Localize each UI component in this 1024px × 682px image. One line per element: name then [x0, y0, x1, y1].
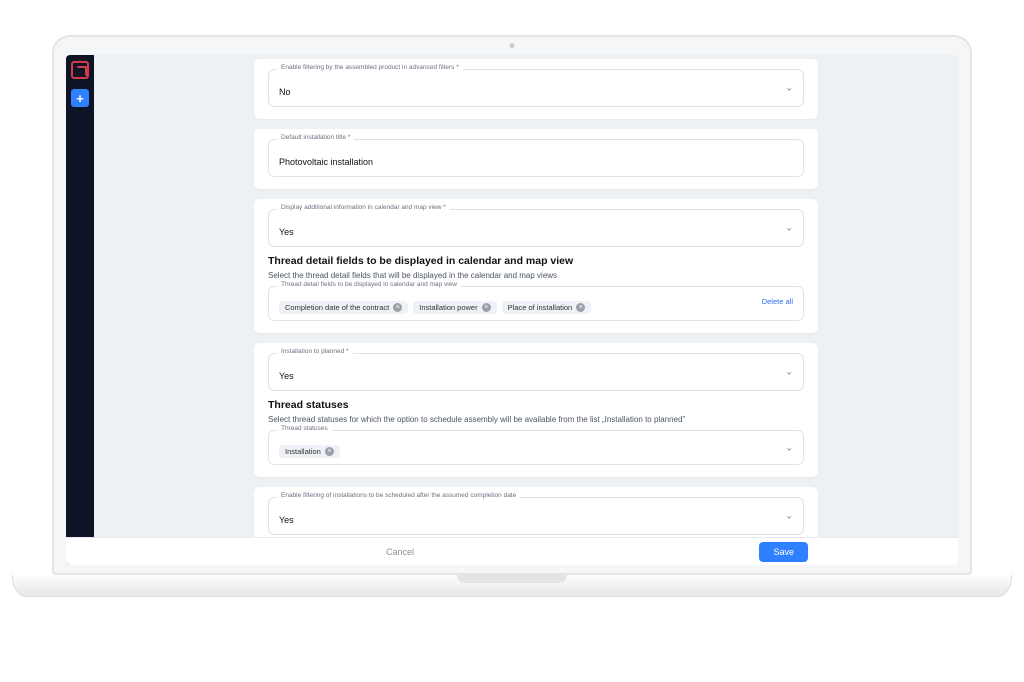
- card-default-title: Default installation title * Photovoltai…: [254, 129, 818, 189]
- chip-label: Place of installation: [508, 303, 573, 312]
- camera-dot: [510, 43, 515, 48]
- chip-label: Installation power: [419, 303, 477, 312]
- add-button[interactable]: +: [71, 89, 89, 107]
- chips-thread-fields[interactable]: Thread detail fields to be displayed in …: [268, 286, 804, 321]
- chip-label: Completion date of the contract: [285, 303, 389, 312]
- chevron-down-icon: ⌄: [785, 83, 793, 94]
- field-label: Thread statuses: [277, 425, 332, 432]
- chevron-down-icon: ⌄: [785, 223, 793, 234]
- field-value: Yes: [279, 371, 294, 381]
- device-screen: + Enable filtering by the assembled prod…: [52, 35, 972, 575]
- chip-remove-icon[interactable]: ×: [325, 447, 334, 456]
- section-desc: Select the thread detail fields that wil…: [268, 271, 804, 280]
- field-label: Display additional information in calend…: [277, 204, 450, 211]
- input-default-title[interactable]: Default installation title * Photovoltai…: [268, 139, 804, 177]
- chip-label: Installation: [285, 447, 321, 456]
- field-value: No: [279, 87, 291, 97]
- chips-thread-statuses[interactable]: Thread statuses Installation× ⌄: [268, 430, 804, 465]
- chevron-down-icon: ⌄: [785, 442, 793, 453]
- field-label: Enable filtering by the assembled produc…: [277, 64, 463, 71]
- device-base: [12, 575, 1012, 597]
- card-display-info: Display additional information in calend…: [254, 199, 818, 333]
- content-area: Enable filtering by the assembled produc…: [94, 55, 958, 565]
- field-value: Yes: [279, 515, 294, 525]
- select-install-planned[interactable]: Installation to planned * Yes ⌄: [268, 353, 804, 391]
- chip-remove-icon[interactable]: ×: [482, 303, 491, 312]
- field-label: Thread detail fields to be displayed in …: [277, 281, 461, 288]
- chevron-down-icon: ⌄: [785, 511, 793, 522]
- sidebar: +: [66, 55, 94, 565]
- card-filter-product: Enable filtering by the assembled produc…: [254, 59, 818, 119]
- app-window: + Enable filtering by the assembled prod…: [66, 55, 958, 565]
- device-mockup: + Enable filtering by the assembled prod…: [52, 35, 972, 597]
- card-install-planned: Installation to planned * Yes ⌄ Thread s…: [254, 343, 818, 477]
- chip: Installation ×: [279, 445, 340, 458]
- field-label: Installation to planned *: [277, 348, 353, 355]
- section-title-thread-statuses: Thread statuses: [268, 399, 804, 411]
- chip: Place of installation×: [502, 301, 592, 314]
- chevron-down-icon: ⌄: [785, 367, 793, 378]
- save-button[interactable]: Save: [759, 542, 808, 562]
- chip: Completion date of the contract ×: [279, 301, 408, 314]
- field-label: Default installation title *: [277, 134, 354, 141]
- select-filter-product[interactable]: Enable filtering by the assembled produc…: [268, 69, 804, 107]
- footer-bar: Cancel Save: [66, 537, 958, 565]
- chip-remove-icon[interactable]: ×: [393, 303, 402, 312]
- select-display-info[interactable]: Display additional information in calend…: [268, 209, 804, 247]
- select-filter-schedule[interactable]: Enable filtering of installations to be …: [268, 497, 804, 535]
- logo-icon: [71, 61, 89, 79]
- section-title-thread-fields: Thread detail fields to be displayed in …: [268, 255, 804, 267]
- delete-all-link[interactable]: Delete all: [762, 297, 793, 306]
- chip-remove-icon[interactable]: ×: [576, 303, 585, 312]
- field-value: Photovoltaic installation: [279, 157, 373, 167]
- cancel-button[interactable]: Cancel: [386, 547, 414, 557]
- field-label: Enable filtering of installations to be …: [277, 492, 520, 499]
- section-desc: Select thread statuses for which the opt…: [268, 415, 804, 424]
- chip: Installation power ×: [413, 301, 496, 314]
- field-value: Yes: [279, 227, 294, 237]
